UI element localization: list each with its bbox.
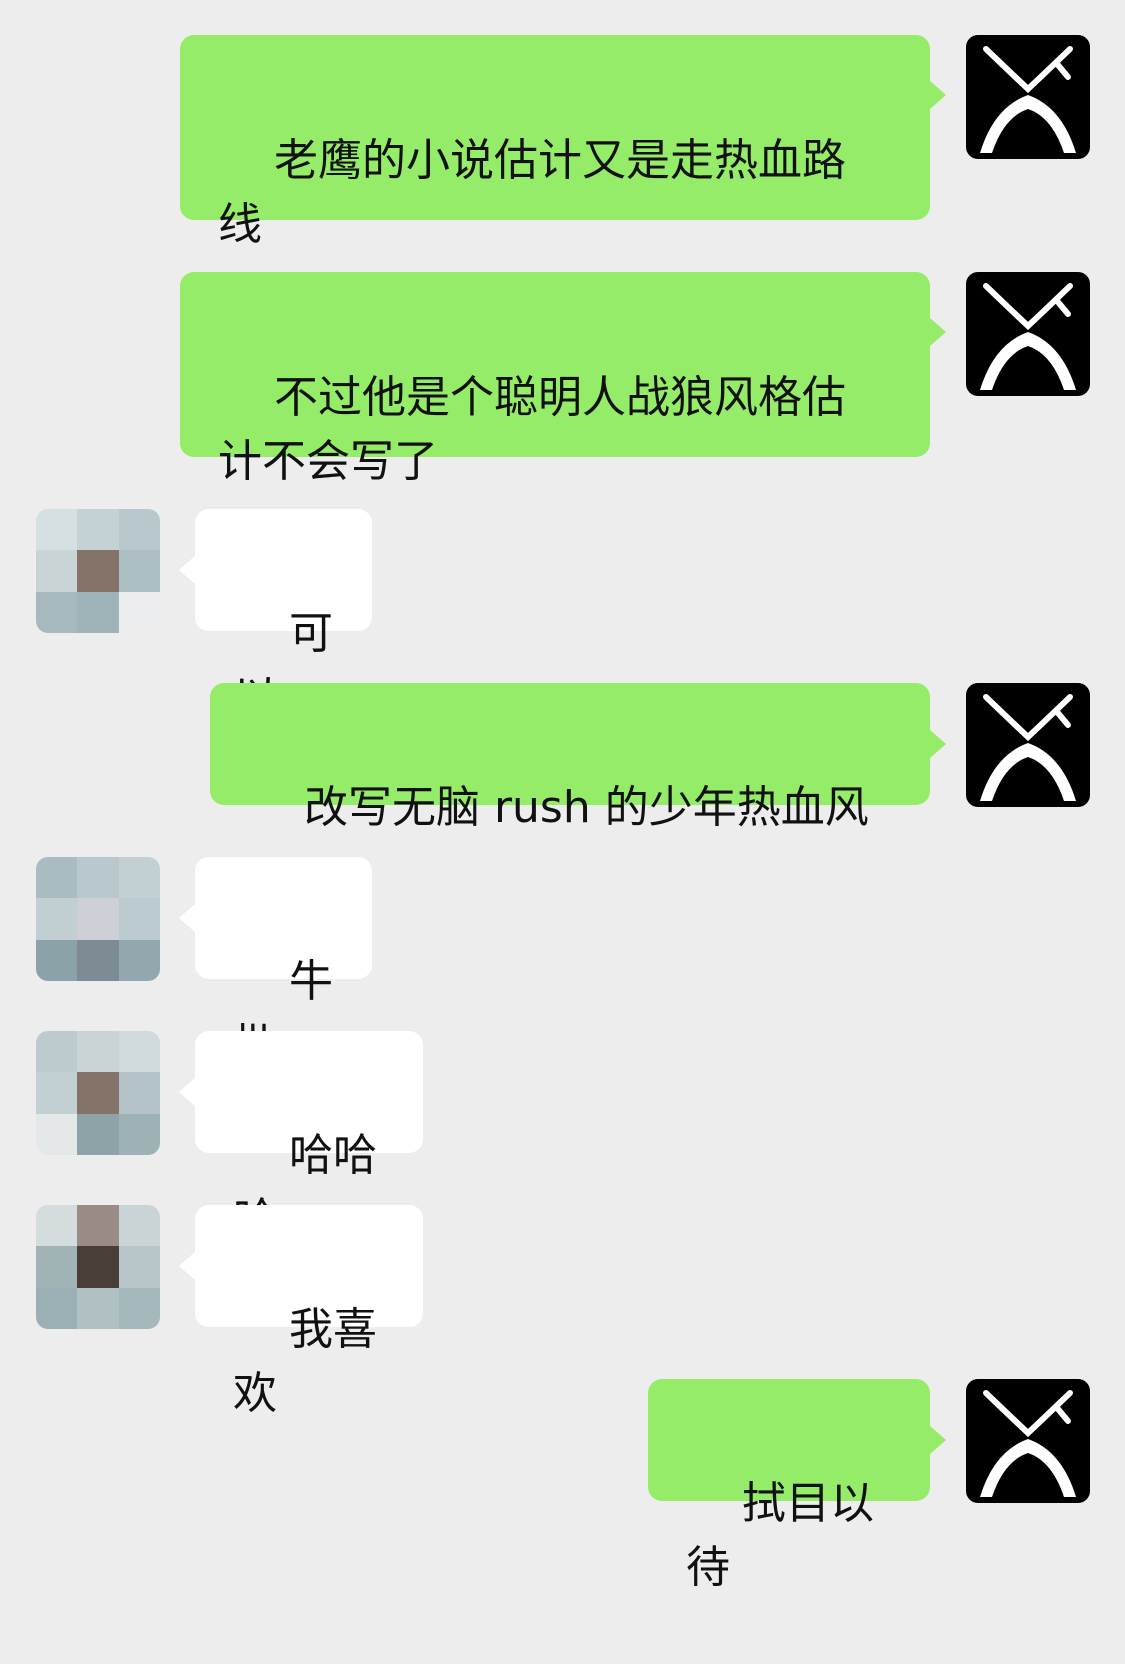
chat-message-list[interactable]: 老鹰的小说估计又是走热血路 线 不过他是个聪明人战狼风格估 计不会写了 可以 [0, 0, 1125, 1593]
message-bubble-incoming[interactable]: 可以 [195, 509, 372, 723]
bubble-tail [930, 730, 946, 758]
bubble-tail [179, 904, 195, 932]
x-logo-icon [980, 46, 1076, 153]
message-text: 不过他是个聪明人战狼风格估 计不会写了 [218, 372, 846, 487]
contact-avatar-icon[interactable] [36, 857, 160, 981]
message-bubble-outgoing[interactable]: 不过他是个聪明人战狼风格估 计不会写了 [180, 272, 930, 487]
x-logo-icon [980, 694, 1076, 801]
message-text: 老鹰的小说估计又是走热血路 线 [218, 135, 846, 250]
own-avatar-icon[interactable] [966, 1379, 1090, 1503]
contact-avatar-icon[interactable] [36, 509, 160, 633]
bubble-tail [179, 556, 195, 584]
own-avatar-icon[interactable] [966, 683, 1090, 807]
x-logo-icon [980, 283, 1076, 390]
x-logo-icon [980, 1390, 1076, 1497]
message-bubble-incoming[interactable]: 牛批 [195, 857, 372, 1071]
bubble-tail [930, 318, 946, 346]
own-avatar-icon[interactable] [966, 272, 1090, 396]
bubble-tail [930, 1426, 946, 1454]
pixelated-avatar-icon [36, 1205, 160, 1329]
message-bubble-outgoing[interactable]: 拭目以待 [648, 1379, 930, 1593]
message-text: 我喜欢 [233, 1304, 377, 1419]
message-bubble-outgoing[interactable]: 改写无脑 rush 的少年热血风 [210, 683, 930, 833]
message-bubble-incoming[interactable]: 哈哈哈 [195, 1031, 423, 1245]
contact-avatar-icon[interactable] [36, 1031, 160, 1155]
contact-avatar-icon[interactable] [36, 1205, 160, 1329]
bubble-tail [179, 1078, 195, 1106]
message-bubble-incoming[interactable]: 我喜欢 [195, 1205, 423, 1419]
pixelated-avatar-icon [36, 857, 160, 981]
message-bubble-outgoing[interactable]: 老鹰的小说估计又是走热血路 线 [180, 35, 930, 250]
pixelated-avatar-icon [36, 1031, 160, 1155]
message-text: 改写无脑 rush 的少年热血风 [303, 782, 869, 833]
own-avatar-icon[interactable] [966, 35, 1090, 159]
pixelated-avatar-icon [36, 509, 160, 633]
bubble-tail [179, 1252, 195, 1280]
bubble-tail [930, 81, 946, 109]
message-text: 拭目以待 [686, 1478, 874, 1593]
